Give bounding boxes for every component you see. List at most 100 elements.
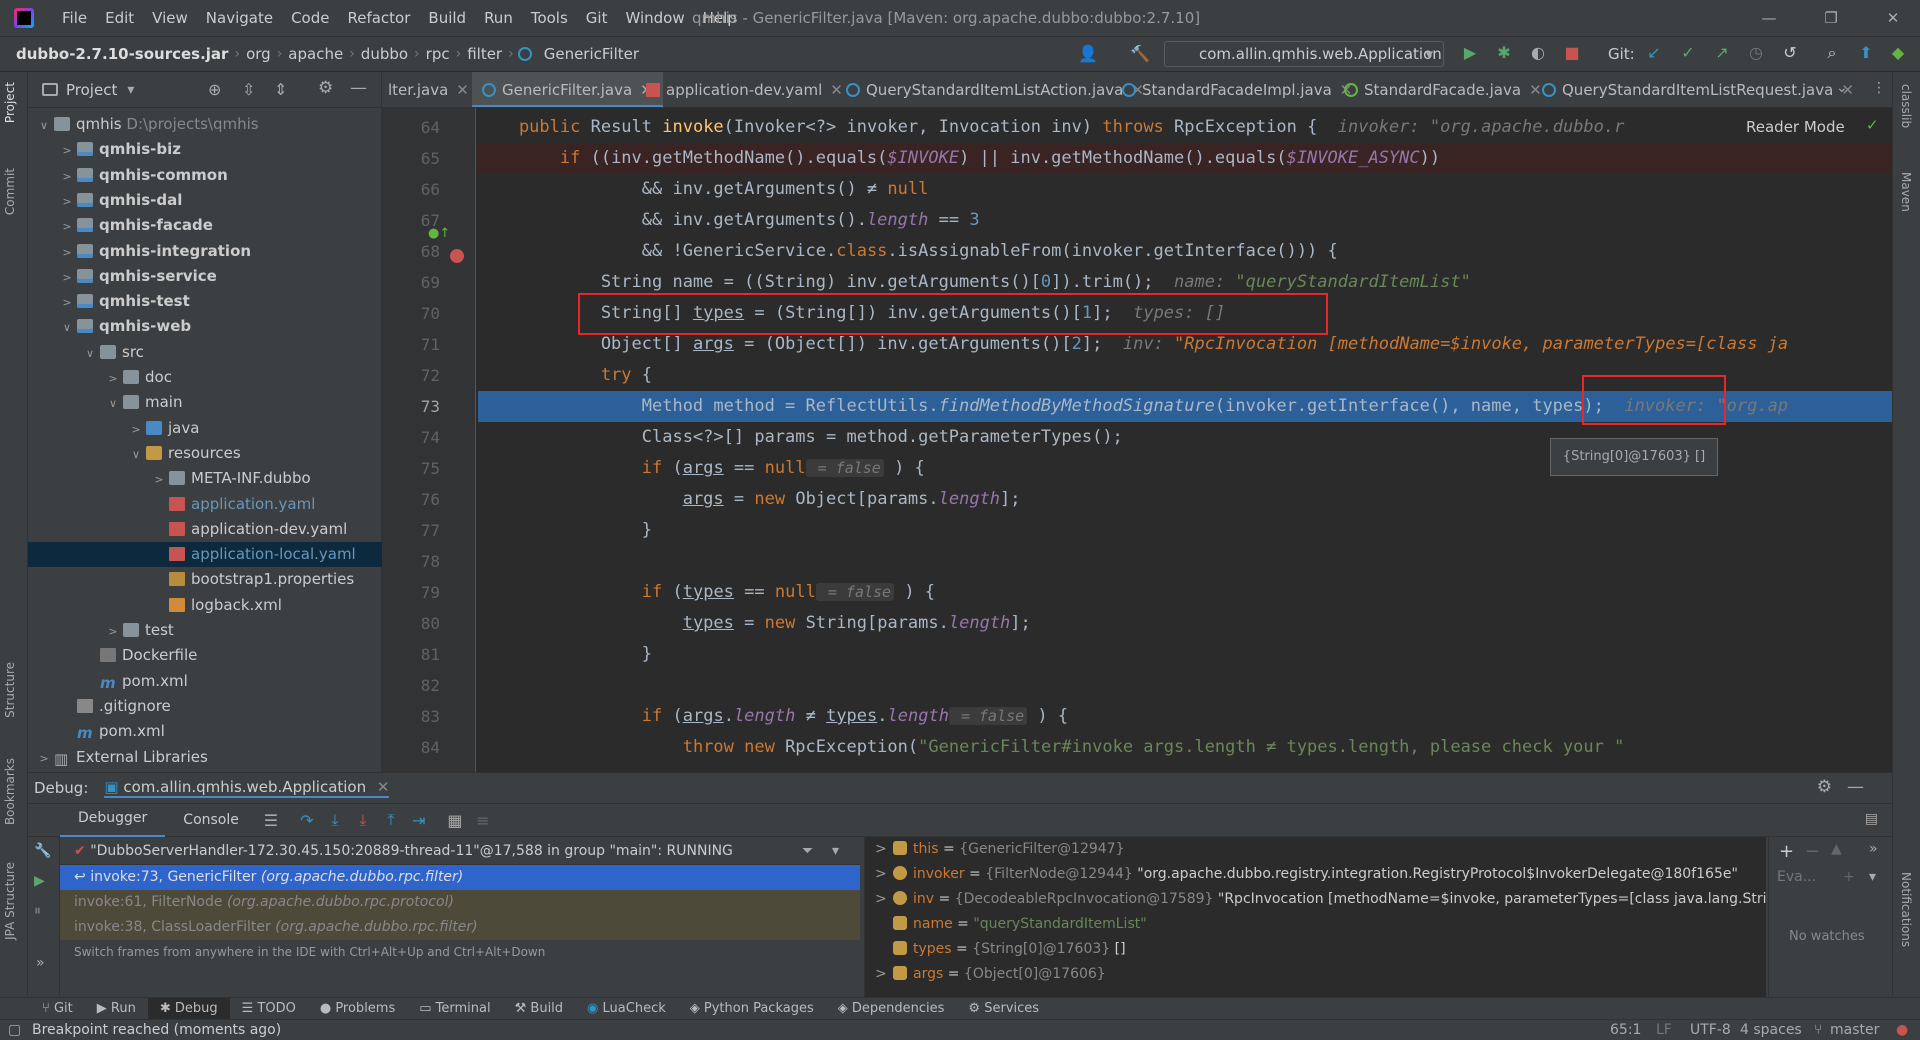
tree-item[interactable]: > doc bbox=[28, 365, 382, 390]
run-tool-button[interactable]: ▶ Run bbox=[85, 998, 148, 1020]
tree-item[interactable]: > ▥ External Libraries bbox=[28, 745, 382, 770]
step-out-icon[interactable]: ⤒ bbox=[377, 810, 405, 830]
run-configuration-select[interactable]: com.allin.qmhis.web.Application ▾ bbox=[1164, 41, 1444, 67]
chevron-right-icon[interactable]: > bbox=[59, 240, 75, 265]
chevron-down-icon[interactable]: ∨ bbox=[59, 315, 75, 340]
tree-item[interactable]: > java bbox=[28, 416, 382, 441]
tree-item[interactable]: > qmhis-service bbox=[28, 264, 382, 289]
menu-refactor[interactable]: Refactor bbox=[338, 0, 419, 37]
more-icon[interactable]: » bbox=[1869, 841, 1878, 857]
run-to-cursor-icon[interactable]: ⇥ bbox=[405, 811, 433, 830]
tree-item[interactable]: ∨ src bbox=[28, 340, 382, 365]
project-panel-title[interactable]: Project bbox=[66, 81, 117, 99]
menu-window[interactable]: Window bbox=[616, 0, 693, 37]
python-packages-tool-button[interactable]: ◈ Python Packages bbox=[678, 998, 826, 1020]
line-number[interactable]: 65 bbox=[382, 143, 440, 174]
structure-tool-tab[interactable]: Structure bbox=[3, 662, 17, 718]
close-button[interactable]: ✕ bbox=[1870, 0, 1916, 36]
tab-querystandarditemlistrequest-java[interactable]: QueryStandardItemListRequest.java ✕ bbox=[1542, 72, 1854, 107]
code-line[interactable]: && inv.getArguments() ≠ null bbox=[478, 174, 1892, 205]
line-number[interactable]: 72 bbox=[382, 360, 440, 391]
chevron-right-icon[interactable]: > bbox=[151, 467, 167, 492]
step-over-icon[interactable]: ↷ bbox=[293, 811, 321, 830]
line-number[interactable]: 64 bbox=[382, 112, 440, 143]
build-tool-button[interactable]: ⚒ Build bbox=[503, 998, 575, 1020]
pause-icon[interactable]: ⏸ bbox=[34, 903, 41, 919]
move-up-icon[interactable]: ▲ bbox=[1831, 841, 1842, 857]
expand-all-icon[interactable]: ⇳ bbox=[242, 80, 255, 99]
code-line[interactable] bbox=[478, 670, 1892, 701]
thread-selector[interactable]: ✔ "DubboServerHandler-172.30.45.150:2088… bbox=[60, 837, 860, 865]
status-toggle-icon[interactable]: ▢ bbox=[8, 1020, 21, 1040]
debug-bug-icon[interactable]: ✱ bbox=[1490, 43, 1518, 62]
menu-code[interactable]: Code bbox=[282, 0, 338, 37]
editor-gutter[interactable]: 64 65 66 67 68 69 70 71 72 73 74 75 76 77 78 79 80 81 82 83… bbox=[382, 108, 476, 772]
tree-item[interactable]: > qmhis-biz bbox=[28, 137, 382, 162]
history-icon[interactable]: ◷ bbox=[1742, 43, 1770, 62]
close-icon[interactable]: ✕ bbox=[456, 81, 469, 99]
trace-icon[interactable]: ≡ bbox=[469, 811, 497, 830]
chevron-right-icon[interactable]: > bbox=[59, 214, 75, 239]
stack-frame[interactable]: invoke:61, FilterNode (org.apache.dubbo.… bbox=[60, 890, 860, 915]
menu-run[interactable]: Run bbox=[475, 0, 522, 37]
chevron-down-icon[interactable]: ∨ bbox=[128, 442, 144, 467]
update-icon[interactable]: ⬆ bbox=[1852, 43, 1880, 62]
tab-lter-java[interactable]: lter.java ✕ bbox=[388, 72, 469, 107]
variable-row[interactable]: > inv = {DecodeableRpcInvocation@17589} "… bbox=[865, 887, 1766, 912]
gear-icon[interactable]: ⚙ bbox=[1817, 777, 1832, 797]
rollback-icon[interactable]: ↺ bbox=[1776, 43, 1804, 62]
code-line[interactable]: throw new RpcException("GenericFilter#in… bbox=[478, 732, 1892, 763]
code-line[interactable]: args = new Object[params.length]; bbox=[478, 484, 1892, 515]
add-watch-icon[interactable]: + bbox=[1779, 841, 1794, 862]
locate-target-icon[interactable]: ⊕ bbox=[208, 80, 221, 99]
force-step-into-icon[interactable]: ⤓ bbox=[349, 810, 377, 830]
git-tool-button[interactable]: ⑂ Git bbox=[30, 998, 85, 1020]
collapse-all-icon[interactable]: ⇕ bbox=[274, 80, 287, 99]
line-number[interactable]: 79 bbox=[382, 577, 440, 608]
chevron-right-icon[interactable]: > bbox=[59, 164, 75, 189]
chevron-down-icon[interactable]: ∨ bbox=[105, 391, 121, 416]
maven-tool-tab[interactable]: Maven bbox=[1899, 172, 1913, 212]
tree-item[interactable]: bootstrap1.properties bbox=[28, 567, 382, 592]
code-line[interactable] bbox=[478, 546, 1892, 577]
tree-item[interactable]: logback.xml bbox=[28, 593, 382, 618]
menu-navigate[interactable]: Navigate bbox=[197, 0, 282, 37]
reader-mode-toggle[interactable]: Reader Mode bbox=[1746, 118, 1845, 136]
code-line[interactable]: } bbox=[478, 639, 1892, 670]
code-line[interactable]: } bbox=[478, 515, 1892, 546]
jpa-structure-tool-tab[interactable]: JPA Structure bbox=[3, 862, 17, 940]
code-line[interactable]: && !GenericService.class.isAssignableFro… bbox=[478, 236, 1892, 267]
hide-panel-icon[interactable]: — bbox=[350, 78, 367, 98]
line-number[interactable]: 82 bbox=[382, 670, 440, 701]
bookmarks-tool-tab[interactable]: Bookmarks bbox=[3, 758, 17, 825]
problems-tool-button[interactable]: ● Problems bbox=[308, 998, 407, 1020]
notification-icon[interactable]: ● bbox=[1896, 1020, 1908, 1040]
indent-setting[interactable]: 4 spaces bbox=[1740, 1020, 1802, 1040]
tab-genericfilter-java[interactable]: GenericFilter.java✕ bbox=[472, 72, 663, 107]
evaluate-expression-icon[interactable]: ▦ bbox=[441, 811, 469, 830]
variable-row[interactable]: > invoker = {FilterNode@12944} "org.apach… bbox=[865, 862, 1766, 887]
caret-position[interactable]: 65:1 bbox=[1610, 1020, 1641, 1040]
chevron-down-icon[interactable]: ∨ bbox=[82, 341, 98, 366]
line-number[interactable]: 71 bbox=[382, 329, 440, 360]
wrench-icon[interactable]: 🔧 bbox=[34, 843, 51, 859]
stack-frame[interactable]: ↩ invoke:73, GenericFilter (org.apache.d… bbox=[60, 865, 860, 890]
chevron-right-icon[interactable]: > bbox=[875, 862, 889, 887]
git-update-icon[interactable]: ↙ bbox=[1640, 43, 1668, 62]
line-number[interactable]: 78 bbox=[382, 546, 440, 577]
tree-item[interactable]: .gitignore bbox=[28, 694, 382, 719]
tree-item[interactable]: > qmhis-facade bbox=[28, 213, 382, 238]
breadcrumb-filter[interactable]: filter bbox=[461, 45, 508, 63]
terminal-tool-button[interactable]: ▭ Terminal bbox=[407, 998, 502, 1020]
run-icon[interactable]: ▶ bbox=[1456, 43, 1484, 62]
tree-item[interactable]: m pom.xml bbox=[28, 669, 382, 694]
menu-git[interactable]: Git bbox=[577, 0, 617, 37]
line-number[interactable]: 69 bbox=[382, 267, 440, 298]
chevron-down-icon[interactable]: ▾ bbox=[832, 837, 839, 865]
line-number[interactable]: 80 bbox=[382, 608, 440, 639]
git-branch[interactable]: master bbox=[1830, 1020, 1879, 1040]
close-icon[interactable]: ✕ bbox=[377, 778, 390, 796]
code-line[interactable]: if (types == null = false ) { bbox=[478, 577, 1892, 608]
git-push-icon[interactable]: ↗ bbox=[1708, 43, 1736, 62]
line-number[interactable]: 76 bbox=[382, 484, 440, 515]
